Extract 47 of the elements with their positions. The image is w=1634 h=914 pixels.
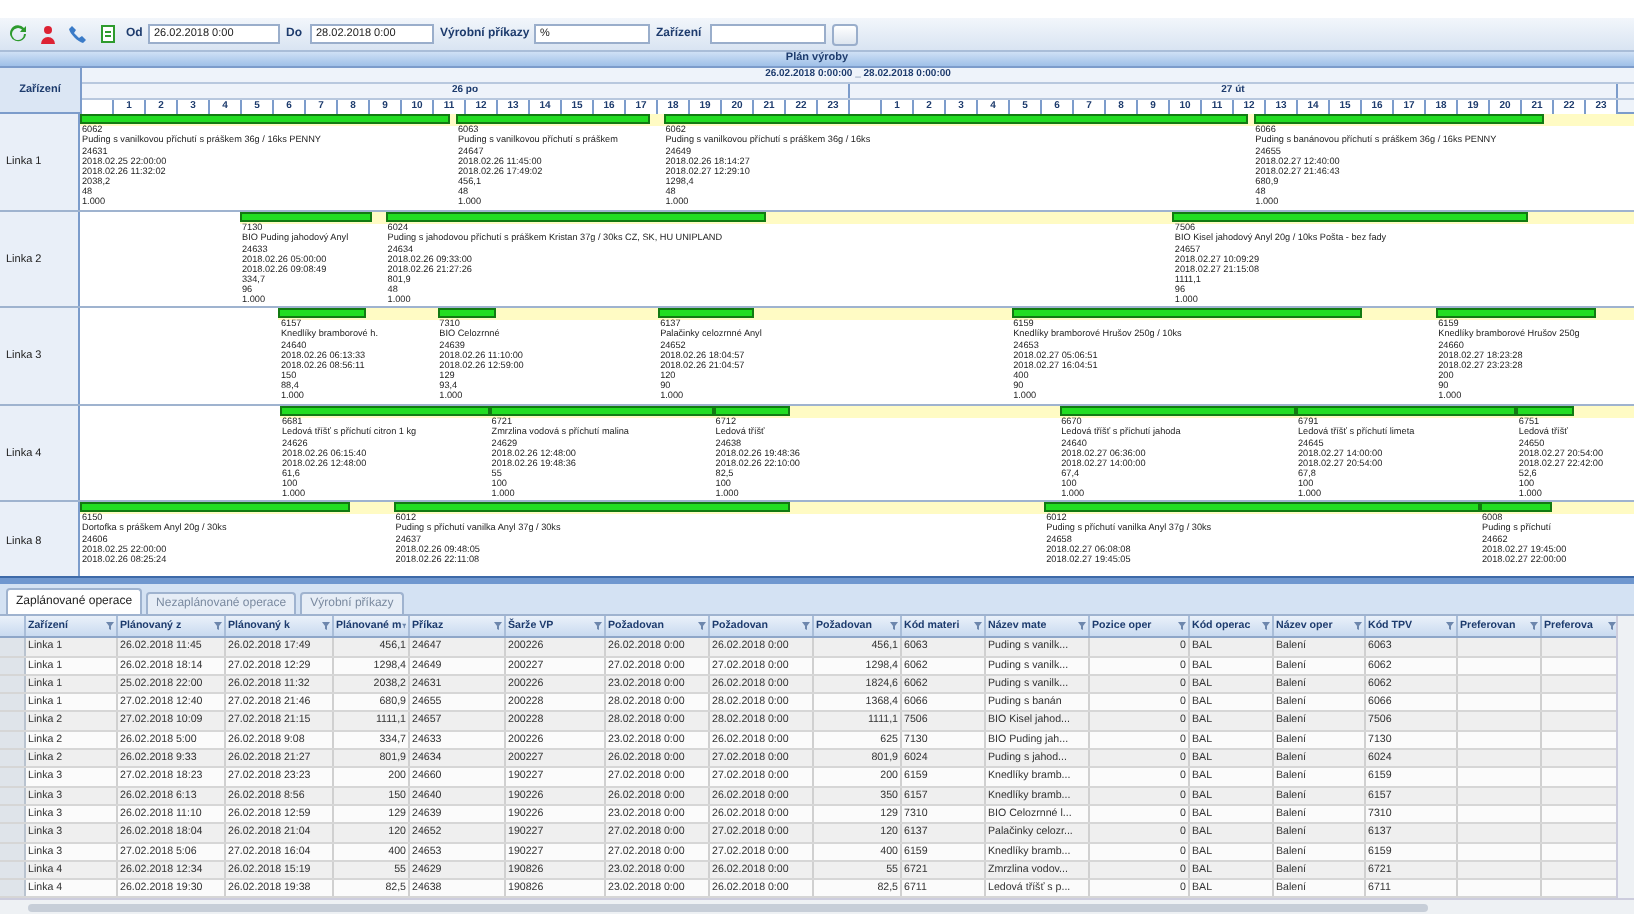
horizontal-scrollbar[interactable] [0,898,1634,914]
task-bar[interactable] [437,308,496,319]
filter-icon[interactable] [1078,622,1086,631]
filter-icon[interactable] [594,622,602,631]
filter-icon[interactable] [494,622,502,631]
filter-icon[interactable] [1354,622,1362,631]
task-bar[interactable] [80,502,350,513]
filter-icon[interactable] [802,622,810,631]
task-bar[interactable] [280,406,490,417]
task-bar[interactable] [1253,114,1545,125]
task-bar[interactable] [456,114,651,125]
person-icon[interactable] [36,22,60,47]
filter-icon[interactable] [401,622,406,631]
device-field[interactable] [710,24,826,45]
filter-icon[interactable] [890,622,898,631]
task-bar[interactable] [713,406,790,417]
hour-cell [850,100,882,115]
task-bar[interactable] [1011,308,1363,319]
task-bar[interactable] [393,502,790,513]
filter-icon[interactable] [698,622,706,631]
refresh-icon[interactable] [6,22,30,47]
task-bar[interactable] [278,308,366,319]
document-icon[interactable] [96,22,120,47]
task-bar[interactable] [1480,502,1552,513]
task-bar[interactable] [663,114,1248,125]
filter-icon[interactable] [1530,622,1538,631]
task-bar[interactable] [1172,212,1528,223]
filter-button[interactable] [832,23,858,46]
filter-icon[interactable] [106,622,114,631]
filter-icon[interactable] [1262,622,1270,631]
vertical-scrollbar[interactable] [1616,616,1634,899]
filter-icon[interactable] [322,622,330,631]
task-bar[interactable] [1059,406,1296,417]
filter-icon[interactable] [974,622,982,631]
task-bar[interactable] [80,114,450,125]
phone-icon[interactable] [66,22,90,47]
task-bar[interactable] [658,308,755,319]
task-bar[interactable] [489,406,714,417]
filter-icon[interactable] [1178,622,1186,631]
task-bar[interactable] [1296,406,1517,417]
task-bar[interactable] [1516,406,1575,417]
task-bar[interactable] [1044,502,1480,513]
task-bar[interactable] [240,212,373,223]
task-bar[interactable] [1436,308,1597,319]
filter-icon[interactable] [1446,622,1454,631]
filter-icon[interactable] [214,622,222,631]
task-bar[interactable] [385,212,767,223]
